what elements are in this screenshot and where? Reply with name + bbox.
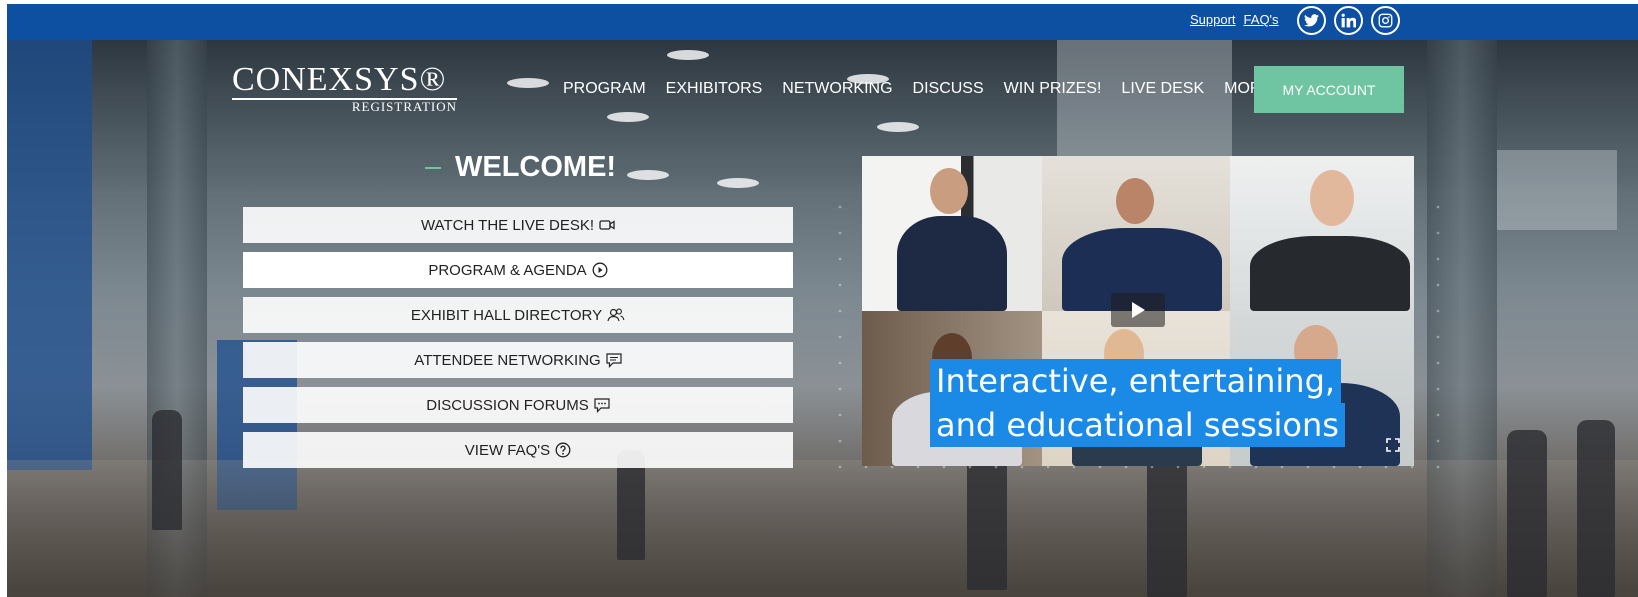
social-links: [1297, 6, 1400, 35]
watch-live-desk-button[interactable]: WATCH THE LIVE DESK!: [243, 207, 793, 243]
linkedin-button[interactable]: [1334, 6, 1363, 35]
logo-wordmark: CONEXSYS®: [232, 61, 447, 98]
top-links: Support FAQ's: [1190, 12, 1279, 27]
background-person: [1507, 430, 1547, 597]
menu-item-label: EXHIBIT HALL DIRECTORY: [410, 306, 603, 324]
nav-networking[interactable]: NETWORKING: [782, 80, 892, 98]
page-title: WELCOME!: [455, 151, 617, 183]
chat-icon: [606, 352, 622, 368]
menu-item-label: DISCUSSION FORUMS: [426, 396, 589, 414]
linkedin-icon: [1341, 13, 1356, 28]
menu-item-label: WATCH THE LIVE DESK!: [420, 216, 595, 234]
hall-sign: [1497, 150, 1617, 230]
ceiling-lamp: [667, 50, 709, 60]
caption-line: and educational sessions: [930, 403, 1345, 447]
fullscreen-icon[interactable]: [1386, 437, 1400, 456]
view-faqs-button[interactable]: VIEW FAQ'S: [243, 432, 793, 468]
welcome-heading: WELCOME!: [425, 151, 616, 184]
conexsys-logo[interactable]: CONEXSYS® REGISTRATION: [232, 62, 457, 114]
promo-video[interactable]: Interactive, entertaining, and education…: [862, 156, 1414, 466]
nav-program[interactable]: PROGRAM: [563, 80, 646, 98]
menu-item-label: VIEW FAQ'S: [464, 441, 551, 459]
attendee-networking-button[interactable]: ATTENDEE NETWORKING: [243, 342, 793, 378]
instagram-button[interactable]: [1371, 6, 1400, 35]
ceiling-lamp: [717, 178, 759, 188]
my-account-button[interactable]: MY ACCOUNT: [1254, 66, 1404, 113]
ceiling-lamp: [627, 170, 669, 180]
video-camera-icon: [599, 219, 615, 231]
video-tile: [862, 156, 1042, 311]
caption-line: Interactive, entertaining,: [930, 359, 1342, 403]
video-tile: [1230, 156, 1414, 311]
nav-exhibitors[interactable]: EXHIBITORS: [666, 80, 763, 98]
menu-item-label: ATTENDEE NETWORKING: [414, 351, 601, 369]
ceiling-lamp: [607, 112, 649, 122]
hall-banner: [7, 40, 92, 470]
background-person: [1147, 450, 1187, 597]
hero-background-floor: [7, 460, 1638, 597]
menu-item-label: PROGRAM & AGENDA: [428, 261, 587, 279]
play-circle-icon: [592, 262, 608, 278]
background-person: [1577, 420, 1615, 597]
video-tile: [1042, 156, 1230, 311]
exhibit-hall-directory-button[interactable]: EXHIBIT HALL DIRECTORY: [243, 297, 793, 333]
nav-discuss[interactable]: DISCUSS: [913, 80, 984, 98]
ceiling-lamp: [507, 78, 549, 88]
background-person: [152, 410, 182, 530]
video-play-button[interactable]: [1111, 293, 1165, 327]
logo-subtitle: REGISTRATION: [351, 99, 457, 114]
ceiling-lamp: [877, 122, 919, 132]
instagram-icon: [1378, 13, 1393, 28]
heading-accent-dash: [425, 166, 441, 169]
people-icon: [607, 308, 625, 322]
quick-links-menu: WATCH THE LIVE DESK! PROGRAM & AGENDA EX…: [243, 207, 793, 477]
nav-win-prizes[interactable]: WIN PRIZES!: [1004, 80, 1102, 98]
program-agenda-button[interactable]: PROGRAM & AGENDA: [243, 252, 793, 288]
discussion-forums-button[interactable]: DISCUSSION FORUMS: [243, 387, 793, 423]
main-nav: PROGRAM EXHIBITORS NETWORKING DISCUSS WI…: [563, 80, 1292, 98]
chat-dots-icon: [594, 397, 610, 413]
video-caption: Interactive, entertaining, and education…: [930, 359, 1350, 447]
faqs-link[interactable]: FAQ's: [1244, 12, 1279, 27]
support-link[interactable]: Support: [1190, 12, 1236, 27]
question-circle-icon: [555, 442, 571, 458]
top-bar: Support FAQ's: [7, 4, 1638, 40]
twitter-icon: [1304, 14, 1319, 27]
page-frame: Support FAQ's CONEXSYS® REGISTRATION PRO…: [7, 4, 1638, 597]
play-icon: [1132, 302, 1145, 318]
nav-live-desk[interactable]: LIVE DESK: [1121, 80, 1204, 98]
twitter-button[interactable]: [1297, 6, 1326, 35]
